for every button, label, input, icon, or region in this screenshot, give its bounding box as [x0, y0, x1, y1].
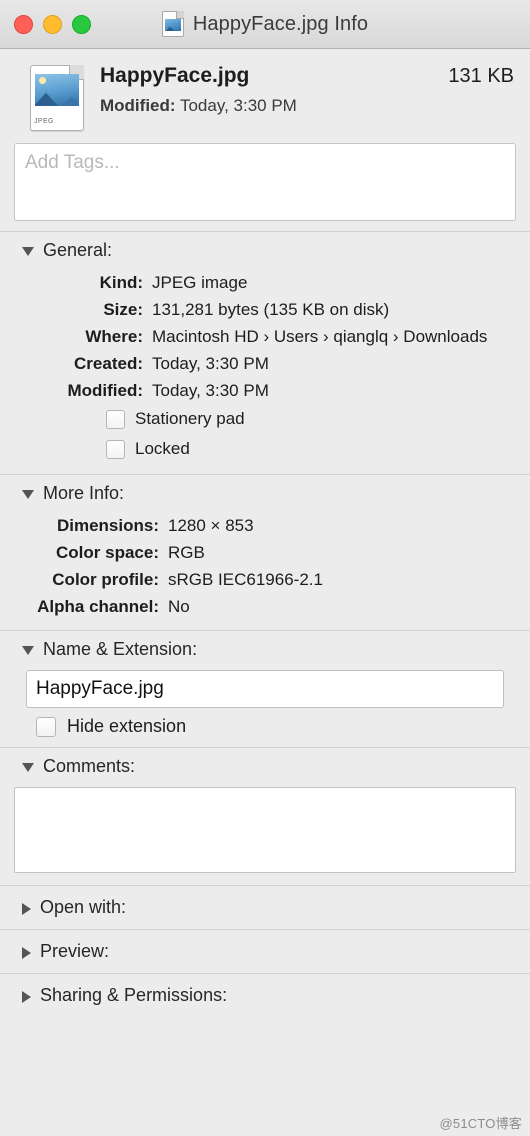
row-where-key: Where:: [85, 327, 143, 346]
header-modified-line: Modified: Today, 3:30 PM: [100, 95, 440, 117]
row-dimensions-key: Dimensions:: [56, 516, 159, 535]
window-controls: [14, 14, 91, 34]
stationery-pad-checkbox[interactable]: [106, 409, 125, 429]
disclosure-triangle-down-icon[interactable]: [22, 247, 34, 256]
row-size-key: Size:: [103, 300, 143, 319]
minimize-button[interactable]: [43, 14, 62, 34]
row-created: Created: Today, 3:30 PM: [0, 350, 530, 377]
section-preview-title: Preview:: [40, 941, 110, 961]
row-modified: Modified: Today, 3:30 PM: [0, 377, 530, 404]
row-color-profile: Color profile: sRGB IEC61966-2.1: [0, 566, 530, 593]
section-name-extension: Name & Extension: HappyFace.jpg Hide ext…: [0, 630, 530, 747]
row-kind-value: JPEG image: [152, 273, 248, 292]
header-modified-value: Today, 3:30 PM: [179, 96, 297, 115]
row-alpha-channel-key: Alpha channel:: [37, 597, 159, 616]
section-open-with-header[interactable]: Open with:: [0, 886, 530, 929]
checkbox-hide-extension[interactable]: Hide extension: [0, 716, 530, 747]
disclosure-triangle-right-icon[interactable]: [22, 902, 31, 915]
row-color-profile-key: Color profile:: [52, 570, 159, 589]
file-size-value: 131 KB: [448, 65, 514, 87]
section-name-extension-header[interactable]: Name & Extension:: [0, 631, 530, 666]
section-comments-header[interactable]: Comments:: [0, 748, 530, 783]
disclosure-triangle-down-icon[interactable]: [22, 490, 34, 499]
row-kind: Kind: JPEG image: [0, 269, 530, 296]
disclosure-triangle-right-icon[interactable]: [22, 990, 31, 1003]
watermark: @51CTO博客: [439, 1116, 522, 1131]
row-size: Size: 131,281 bytes (135 KB on disk): [0, 296, 530, 323]
section-sharing-permissions-title: Sharing & Permissions:: [40, 985, 228, 1005]
icon-format-label: JPEG: [34, 118, 54, 125]
section-more-info-title: More Info:: [43, 483, 125, 503]
section-sharing-permissions-header[interactable]: Sharing & Permissions:: [0, 974, 530, 1017]
disclosure-triangle-right-icon[interactable]: [22, 946, 31, 959]
row-where: Where: Macintosh HD › Users › qianglq › …: [0, 323, 530, 350]
row-created-value: Today, 3:30 PM: [152, 354, 269, 373]
disclosure-triangle-down-icon[interactable]: [22, 646, 34, 655]
title-bar[interactable]: HappyFace.jpg Info: [0, 0, 530, 49]
section-preview-header[interactable]: Preview:: [0, 930, 530, 973]
stationery-pad-label: Stationery pad: [135, 409, 245, 428]
file-header: JPEG HappyFace.jpg Modified: Today, 3:30…: [0, 49, 530, 141]
tags-placeholder: Add Tags...: [25, 152, 120, 173]
window-title: HappyFace.jpg Info: [192, 12, 369, 35]
locked-label: Locked: [135, 439, 190, 458]
jpeg-document-icon: [161, 11, 184, 37]
info-window: HappyFace.jpg Info JPEG HappyFace.jpg Mo…: [0, 0, 530, 1136]
row-size-value: 131,281 bytes (135 KB on disk): [152, 300, 390, 319]
section-open-with-title: Open with:: [40, 897, 127, 917]
section-name-extension-title: Name & Extension:: [43, 639, 198, 659]
row-kind-key: Kind:: [99, 273, 143, 292]
file-name-title: HappyFace.jpg: [100, 64, 250, 87]
zoom-button[interactable]: [72, 14, 91, 34]
section-more-info: More Info: Dimensions: 1280 × 853 Color …: [0, 474, 530, 630]
row-alpha-channel-value: No: [168, 597, 190, 616]
checkbox-locked[interactable]: Locked: [0, 434, 530, 464]
section-sharing-permissions: Sharing & Permissions:: [0, 973, 530, 1017]
row-modified-key: Modified:: [67, 381, 143, 400]
section-general-header[interactable]: General:: [0, 232, 530, 267]
row-color-space-value: RGB: [168, 543, 205, 562]
disclosure-triangle-down-icon[interactable]: [22, 763, 34, 772]
row-created-key: Created:: [74, 354, 143, 373]
comments-textarea[interactable]: [14, 787, 516, 873]
section-general: General: Kind: JPEG image Size: 131,281 …: [0, 231, 530, 474]
row-dimensions-value: 1280 × 853: [168, 516, 254, 535]
more-info-rows: Dimensions: 1280 × 853 Color space: RGB …: [0, 510, 530, 630]
row-color-space-key: Color space:: [56, 543, 159, 562]
row-alpha-channel: Alpha channel: No: [0, 593, 530, 620]
section-preview: Preview:: [0, 929, 530, 973]
row-modified-value: Today, 3:30 PM: [152, 381, 269, 400]
section-comments-title: Comments:: [43, 756, 136, 776]
tags-input[interactable]: Add Tags...: [14, 143, 516, 221]
general-rows: Kind: JPEG image Size: 131,281 bytes (13…: [0, 267, 530, 474]
hide-extension-label: Hide extension: [67, 716, 187, 736]
file-header-text: HappyFace.jpg Modified: Today, 3:30 PM: [100, 63, 440, 117]
close-button[interactable]: [14, 14, 33, 34]
row-where-value: Macintosh HD › Users › qianglq › Downloa…: [152, 327, 488, 346]
file-preview-icon[interactable]: JPEG: [26, 65, 86, 131]
locked-checkbox[interactable]: [106, 439, 125, 459]
row-color-profile-value: sRGB IEC61966-2.1: [168, 570, 323, 589]
checkbox-stationery-pad[interactable]: Stationery pad: [0, 404, 530, 434]
hide-extension-checkbox[interactable]: [36, 716, 56, 737]
header-modified-label: Modified:: [100, 96, 176, 115]
row-color-space: Color space: RGB: [0, 539, 530, 566]
section-more-info-header[interactable]: More Info:: [0, 475, 530, 510]
section-general-title: General:: [43, 240, 113, 260]
row-dimensions: Dimensions: 1280 × 853: [0, 512, 530, 539]
section-comments: Comments:: [0, 747, 530, 885]
section-open-with: Open with:: [0, 885, 530, 929]
file-name-input[interactable]: HappyFace.jpg: [26, 670, 504, 708]
